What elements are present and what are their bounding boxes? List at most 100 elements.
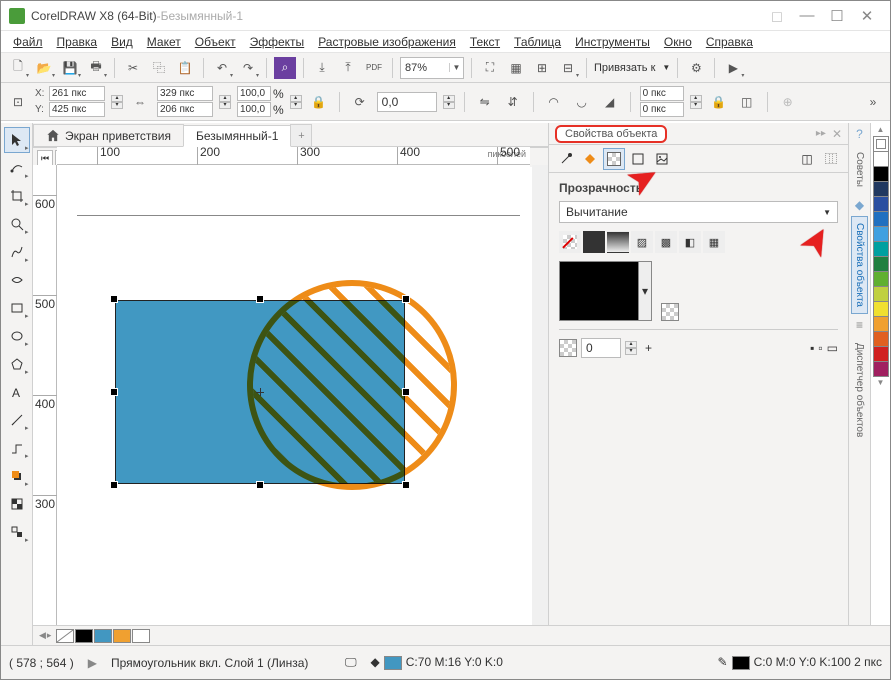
transparency-swatch[interactable] [559, 261, 639, 321]
angle-input[interactable] [377, 92, 437, 112]
horizontal-ruler[interactable]: пикселей 100200300400500 [57, 147, 530, 165]
trans-vector-icon[interactable]: ▨ [631, 231, 653, 253]
tab-outline-icon[interactable] [555, 148, 577, 170]
copy-button[interactable]: ⿻ [148, 57, 170, 79]
palette-swatch[interactable] [132, 629, 150, 643]
menu-help[interactable]: Справка [706, 35, 753, 49]
corner-lock-button[interactable]: 🔒 [708, 91, 730, 113]
options-button[interactable]: ⚙ [685, 57, 707, 79]
color-swatch[interactable] [873, 211, 889, 227]
drawing-surface[interactable] [57, 165, 530, 627]
rel-corner-button[interactable]: ◫ [736, 91, 758, 113]
cut-button[interactable]: ✂ [122, 57, 144, 79]
palette-swatch[interactable] [113, 629, 131, 643]
canvas-area[interactable]: пикселей 100200300400500 600500400300 ⏮ … [33, 147, 548, 645]
tab-welcome[interactable]: Экран приветствия [33, 124, 184, 146]
trans-bitmap-icon[interactable]: ▩ [655, 231, 677, 253]
connector-tool[interactable]: ▸ [4, 435, 30, 461]
view-mode-1-icon[interactable]: ◫ [796, 148, 818, 170]
color-swatch[interactable] [873, 316, 889, 332]
opacity-input[interactable] [581, 338, 621, 358]
mirror-h-button[interactable]: ⇋ [474, 91, 496, 113]
maximize-button[interactable]: ☐ [822, 1, 852, 31]
menu-edit[interactable]: Правка [57, 35, 98, 49]
swatch-dropdown[interactable]: ▾ [638, 261, 652, 321]
color-swatch[interactable] [873, 196, 889, 212]
w-input[interactable] [157, 86, 213, 101]
vertical-ruler[interactable]: 600500400300 [33, 165, 57, 627]
launch-button[interactable]: ▶▾ [722, 57, 744, 79]
scale-spinner[interactable]: ▴▾ [290, 95, 302, 109]
color-swatch[interactable] [873, 181, 889, 197]
print-button[interactable]: 🖶▾ [85, 57, 107, 79]
docker-close-icon[interactable]: ✕ [832, 127, 842, 141]
color-swatch[interactable] [873, 271, 889, 287]
merge-mode-combo[interactable]: Вычитание▼ [559, 201, 838, 223]
paste-button[interactable]: 📋 [174, 57, 196, 79]
position-spinner[interactable]: ▴▾ [111, 95, 123, 109]
palette-left-icon[interactable]: ◀ [39, 630, 46, 641]
overflow-button[interactable]: » [862, 91, 884, 113]
polygon-tool[interactable]: ▸ [4, 351, 30, 377]
palette-swatch[interactable] [75, 629, 93, 643]
add-button[interactable]: ⊕ [777, 91, 799, 113]
text-tool[interactable]: A [4, 379, 30, 405]
palette-none[interactable] [56, 629, 74, 643]
color-proof-icon[interactable]: 🖵 [345, 655, 357, 670]
angle-spinner[interactable]: ▴▾ [443, 95, 455, 109]
palette-down-icon[interactable]: ▼ [877, 378, 885, 387]
user-icon[interactable]: ◻ [762, 1, 792, 31]
tab-bitmap-icon[interactable] [651, 148, 673, 170]
color-swatch[interactable] [873, 286, 889, 302]
menu-view[interactable]: Вид [111, 35, 133, 49]
tab-add[interactable]: + [290, 124, 312, 146]
vtab-hints[interactable]: Советы [851, 145, 868, 194]
crop-tool[interactable]: ▸ [4, 183, 30, 209]
apply-outline-icon[interactable]: ▭ [827, 341, 838, 355]
menu-effects[interactable]: Эффекты [250, 35, 305, 49]
trans-texture-icon[interactable]: ▦ [703, 231, 725, 253]
y-input[interactable] [49, 102, 105, 117]
corner-spinner[interactable]: ▴▾ [690, 95, 702, 109]
search-button[interactable]: ⌕ [274, 57, 296, 79]
minimize-button[interactable]: — [792, 1, 822, 31]
sy-input[interactable] [237, 102, 271, 117]
snap-grid-button[interactable]: ⊟▾ [557, 57, 579, 79]
undo-button[interactable]: ↶▾ [211, 57, 233, 79]
fill-indicator[interactable]: ◆C:70 M:16 Y:0 K:0 [371, 655, 503, 670]
opacity-spinner[interactable]: ▴▾ [625, 341, 637, 355]
color-swatch[interactable] [873, 226, 889, 242]
color-swatch[interactable] [873, 301, 889, 317]
color-swatch[interactable] [873, 346, 889, 362]
transparency-tool[interactable] [4, 491, 30, 517]
sx-input[interactable] [237, 86, 271, 101]
pick-tool[interactable]: ▸ [4, 127, 30, 153]
export-button[interactable]: ⤒ [337, 57, 359, 79]
trans-2color-icon[interactable]: ◧ [679, 231, 701, 253]
new-button[interactable]: 🗋▾ [7, 57, 29, 79]
menu-table[interactable]: Таблица [514, 35, 561, 49]
size-spinner[interactable]: ▴▾ [219, 95, 231, 109]
dropshadow-tool[interactable]: ▸ [4, 463, 30, 489]
menu-window[interactable]: Окно [664, 35, 692, 49]
color-swatch[interactable] [873, 166, 889, 182]
tab-transparency-icon[interactable] [603, 148, 625, 170]
menu-text[interactable]: Текст [470, 35, 500, 49]
fullscreen-button[interactable]: ⛶ [479, 57, 501, 79]
cr1-input[interactable] [640, 86, 684, 101]
grid-button[interactable]: ▦ [505, 57, 527, 79]
cr2-input[interactable] [640, 102, 684, 117]
x-input[interactable] [49, 86, 105, 101]
mirror-v-button[interactable]: ⇵ [502, 91, 524, 113]
redo-button[interactable]: ↷▾ [237, 57, 259, 79]
zoom-combo[interactable]: ▼ [400, 57, 464, 79]
vertical-scrollbar[interactable] [532, 165, 548, 627]
apply-fill-icon[interactable]: ▫ [818, 341, 822, 355]
palette-menu-icon[interactable]: ▸ [47, 630, 52, 641]
trans-uniform-icon[interactable] [583, 231, 605, 253]
guides-button[interactable]: ⊞ [531, 57, 553, 79]
outline-indicator[interactable]: ✎C:0 M:0 Y:0 K:100 2 пкс [718, 655, 882, 670]
color-swatch[interactable] [873, 256, 889, 272]
import-button[interactable]: ⤓ [311, 57, 333, 79]
menu-file[interactable]: Файл [13, 35, 43, 49]
